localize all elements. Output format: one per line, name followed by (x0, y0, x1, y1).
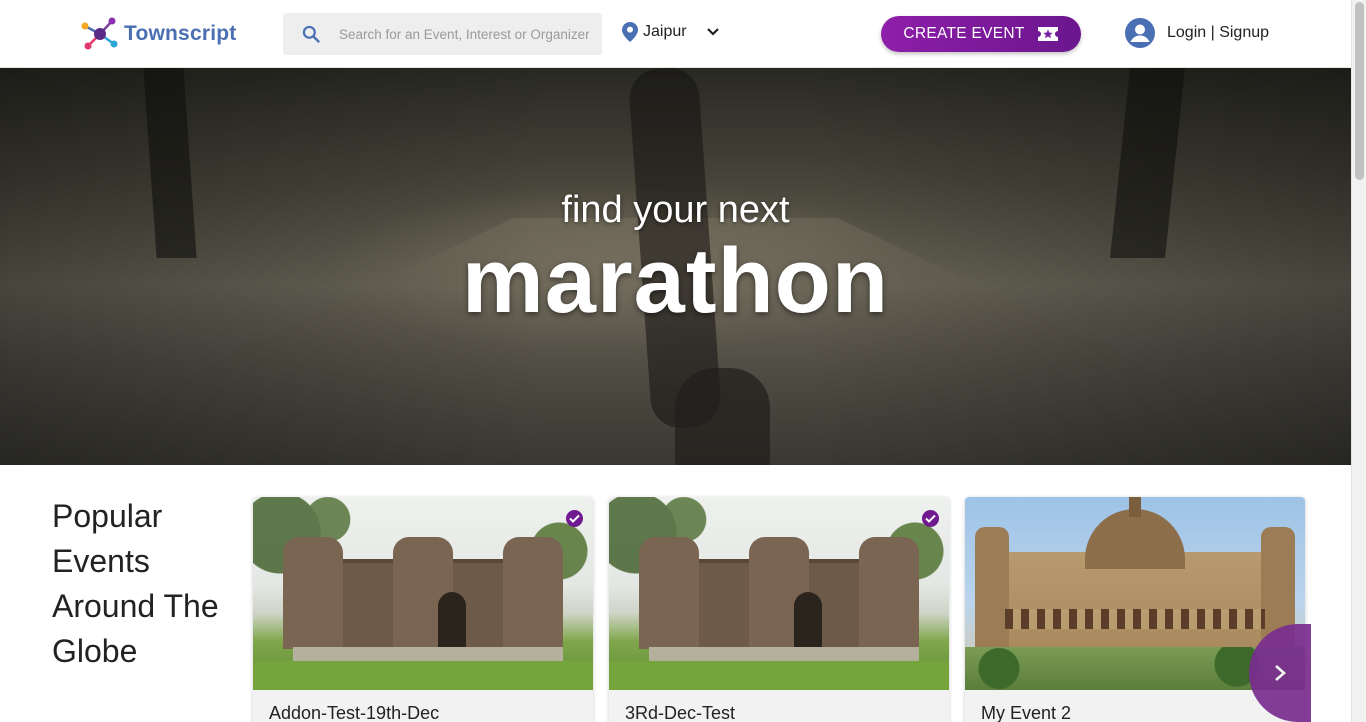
townscript-logo[interactable]: Townscript (80, 16, 236, 52)
page-scrollbar[interactable] (1351, 0, 1366, 722)
scrollbar-thumb[interactable] (1355, 2, 1364, 180)
hero-subtitle: find your next (561, 189, 790, 231)
verified-check-icon (922, 510, 939, 527)
brand-name: Townscript (124, 22, 237, 45)
verified-check-icon (566, 510, 583, 527)
chevron-right-icon (1275, 665, 1286, 681)
event-card[interactable]: Addon-Test-19th-Dec (253, 497, 593, 722)
event-card[interactable]: 3Rd-Dec-Test (609, 497, 949, 722)
hero-title: marathon (461, 230, 890, 332)
city-name: Jaipur (643, 23, 687, 40)
city-selector[interactable]: Jaipur (622, 22, 720, 42)
event-image-fort (253, 497, 593, 690)
event-image-fort (609, 497, 949, 690)
search-icon[interactable] (283, 24, 339, 44)
event-card-title: Addon-Test-19th-Dec (269, 703, 440, 722)
popular-events-heading: Popular Events Around The Globe (52, 498, 219, 669)
login-signup-link[interactable]: Login | Signup (1125, 18, 1269, 48)
login-signup-label: Login | Signup (1167, 24, 1270, 41)
chevron-down-icon[interactable] (706, 27, 720, 37)
hero-banner: find your next marathon (0, 68, 1351, 465)
search-input[interactable] (339, 26, 589, 42)
search-bar[interactable] (283, 13, 602, 55)
location-pin-icon (622, 22, 638, 42)
event-card-title: My Event 2 (981, 703, 1072, 722)
ticket-star-icon (1037, 27, 1058, 41)
top-nav-bar: Townscript Jaipur CREATE EVENT Login | S… (0, 0, 1351, 68)
townscript-logo-icon (81, 17, 118, 50)
user-avatar-icon (1125, 18, 1155, 48)
event-card-title: 3Rd-Dec-Test (625, 703, 736, 722)
create-event-button[interactable]: CREATE EVENT (881, 16, 1081, 52)
create-event-label: CREATE EVENT (903, 25, 1025, 42)
